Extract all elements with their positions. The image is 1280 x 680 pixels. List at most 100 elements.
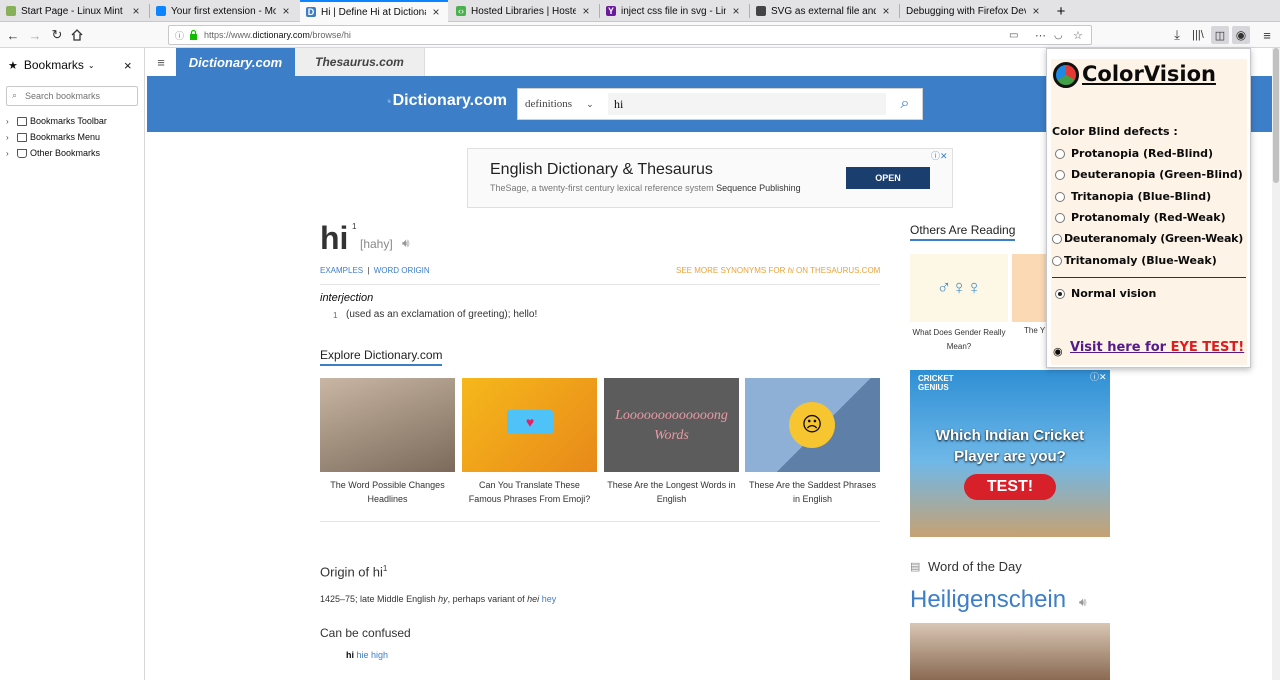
word-of-day[interactable]: Heiligenschein: [910, 586, 1066, 614]
article-caption[interactable]: What Does Gender Really Mean?: [910, 326, 1008, 354]
ad-test-button[interactable]: TEST!: [964, 474, 1056, 500]
explore-card[interactable]: The Word Possible Changes Headlines: [320, 378, 455, 506]
new-tab-button[interactable]: +: [1050, 0, 1072, 22]
radio-button-checked[interactable]: [1055, 288, 1065, 299]
hie-link[interactable]: hie: [357, 650, 369, 660]
tab-title: Your first extension - Mozilla: [171, 5, 276, 17]
search-type-select[interactable]: definitions ⌄: [518, 89, 608, 119]
back-button[interactable]: ←: [4, 26, 22, 44]
radio-button[interactable]: [1055, 212, 1065, 223]
search-button[interactable]: ⌕: [894, 94, 916, 114]
thesaurus-synonyms-link[interactable]: SEE MORE SYNONYMS FOR hi ON THESAURUS.CO…: [676, 266, 880, 275]
radio-tritanopia[interactable]: Tritanopia (Blue-Blind): [1055, 190, 1211, 203]
article-image: ☹: [745, 378, 880, 472]
bookmark-folder-other[interactable]: › Other Bookmarks: [6, 146, 100, 160]
tab-svg-css[interactable]: SVG as external file and CSS - ×: [750, 0, 898, 22]
chevron-down-icon[interactable]: ⌄: [88, 61, 95, 70]
tab-dictionary[interactable]: D Hi | Define Hi at Dictionary.co ×: [300, 0, 448, 22]
close-sidebar-icon[interactable]: ×: [124, 58, 132, 73]
reader-view-icon[interactable]: ▭: [1009, 30, 1018, 41]
tab-hosted-libraries[interactable]: ‹› Hosted Libraries | Hosted Li ×: [450, 0, 598, 22]
article-caption[interactable]: The Y: [1024, 326, 1045, 335]
dictionary-logo[interactable]: Dictionary.com: [387, 86, 507, 116]
word-origin-link[interactable]: WORD ORIGIN: [374, 266, 430, 275]
radio-button[interactable]: [1055, 169, 1065, 180]
popup-panel: ColorVision Color Blind defects : Protan…: [1051, 59, 1247, 365]
explore-card[interactable]: ☹ These Are the Saddest Phrases in Engli…: [745, 378, 880, 506]
ad-banner[interactable]: English Dictionary & Thesaurus TheSage, …: [467, 148, 953, 208]
site-menu-button[interactable]: ≡: [147, 48, 175, 76]
eye-test-link[interactable]: Visit here for EYE TEST!: [1070, 340, 1244, 355]
radio-button[interactable]: [1055, 148, 1065, 159]
tab-first-extension[interactable]: Your first extension - Mozilla ×: [150, 0, 298, 22]
tab-start-page[interactable]: Start Page - Linux Mint ×: [0, 0, 148, 22]
bookmark-star-icon[interactable]: ☆: [1073, 29, 1083, 42]
high-link[interactable]: high: [371, 650, 388, 660]
ad-brand: CRICKET GENIUS: [918, 374, 954, 392]
close-tab-icon[interactable]: ×: [280, 4, 292, 18]
sidebar-icon: ◫: [1214, 29, 1226, 42]
ad-headline-1: Which Indian Cricket: [935, 427, 1085, 444]
audio-speaker-icon[interactable]: 🔊︎: [402, 236, 410, 251]
explore-card[interactable]: ♥ Can You Translate These Famous Phrases…: [462, 378, 597, 506]
search-input[interactable]: hi: [608, 93, 886, 115]
sidebar-title[interactable]: Bookmarks: [24, 58, 84, 72]
info-icon[interactable]: ⓘ: [175, 29, 184, 42]
hey-link[interactable]: hey: [542, 594, 557, 604]
bookmarks-sidebar: ★ Bookmarks ⌄ × Search bookmarks ⌕ › Book…: [0, 48, 145, 680]
bookmark-folder-menu[interactable]: › Bookmarks Menu: [6, 130, 100, 144]
scrollbar-thumb[interactable]: [1273, 48, 1279, 183]
ad-info-icon[interactable]: ⓘ✕: [1090, 370, 1107, 383]
home-button[interactable]: [68, 26, 86, 44]
pocket-icon[interactable]: ◡: [1054, 30, 1063, 41]
audio-speaker-icon[interactable]: 🔊︎: [1079, 595, 1087, 610]
radio-normal-vision[interactable]: Normal vision: [1055, 287, 1156, 300]
library-button[interactable]: |||\: [1189, 26, 1207, 44]
examples-link[interactable]: EXAMPLES: [320, 266, 363, 275]
explore-card[interactable]: Looooooooooooong Words These Are the Lon…: [604, 378, 739, 506]
back-arrow-icon: ←: [6, 27, 20, 43]
reload-button[interactable]: ↻: [48, 26, 66, 44]
tab-inject-css[interactable]: Y inject css file in svg - LinuxMi ×: [600, 0, 748, 22]
origin-heading: Origin of hi1: [320, 564, 388, 580]
radio-protanomaly[interactable]: Protanomaly (Red-Weak): [1055, 211, 1226, 224]
yahoo-icon: Y: [606, 6, 616, 16]
radio-protanopia[interactable]: Protanopia (Red-Blind): [1055, 147, 1213, 160]
menu-button[interactable]: ≡: [1258, 26, 1276, 44]
close-tab-icon[interactable]: ×: [880, 4, 892, 18]
downloads-button[interactable]: ⤓: [1168, 26, 1186, 44]
code-icon: ‹›: [456, 6, 466, 16]
tab-title: SVG as external file and CSS -: [771, 5, 876, 17]
close-tab-icon[interactable]: ×: [430, 5, 442, 19]
word-of-day-label: Word of the Day: [928, 559, 1022, 574]
bookmark-search-input[interactable]: Search bookmarks: [6, 86, 138, 106]
radio-deuteranomaly[interactable]: Deuteranomaly (Green-Weak): [1052, 232, 1243, 245]
close-tab-icon[interactable]: ×: [580, 4, 592, 18]
address-bar[interactable]: ⓘ https://www.dictionary.com/browse/hi ▭…: [168, 25, 1092, 45]
forward-button[interactable]: →: [26, 26, 44, 44]
bookmark-folder-toolbar[interactable]: › Bookmarks Toolbar: [6, 114, 107, 128]
close-tab-icon[interactable]: ×: [1030, 4, 1042, 18]
radio-button[interactable]: [1052, 233, 1062, 244]
ad-info-icon[interactable]: ⓘ✕: [931, 149, 948, 162]
close-tab-icon[interactable]: ×: [730, 4, 742, 18]
ad-open-button[interactable]: OPEN: [846, 167, 930, 189]
close-tab-icon[interactable]: ×: [130, 4, 142, 18]
tab-debugging[interactable]: Debugging with Firefox Develope ×: [900, 0, 1048, 22]
sidebar-toggle-button[interactable]: ◫: [1211, 26, 1229, 44]
article-image: ♥: [462, 378, 597, 472]
page-scrollbar[interactable]: [1272, 48, 1280, 680]
radio-button[interactable]: [1055, 191, 1065, 202]
tab-thesaurus-site[interactable]: Thesaurus.com: [295, 48, 425, 76]
radio-tritanomaly[interactable]: Tritanomaly (Blue-Weak): [1052, 254, 1217, 267]
gender-article-image[interactable]: ♂♀♀: [910, 254, 1008, 322]
article-caption: These Are the Longest Words in English: [607, 480, 736, 504]
radio-deuteranopia[interactable]: Deuteranopia (Green-Blind): [1055, 168, 1243, 181]
page-actions-icon[interactable]: ⋯: [1035, 29, 1046, 42]
section-label: Color Blind defects :: [1052, 125, 1178, 138]
hamburger-icon: ≡: [1263, 27, 1271, 43]
cricket-ad[interactable]: CRICKET GENIUS Which Indian Cricket Play…: [910, 370, 1110, 537]
colorvision-extension-button[interactable]: ◉: [1232, 26, 1250, 44]
tab-dictionary-site[interactable]: Dictionary.com: [176, 48, 295, 76]
radio-button[interactable]: [1052, 255, 1062, 266]
